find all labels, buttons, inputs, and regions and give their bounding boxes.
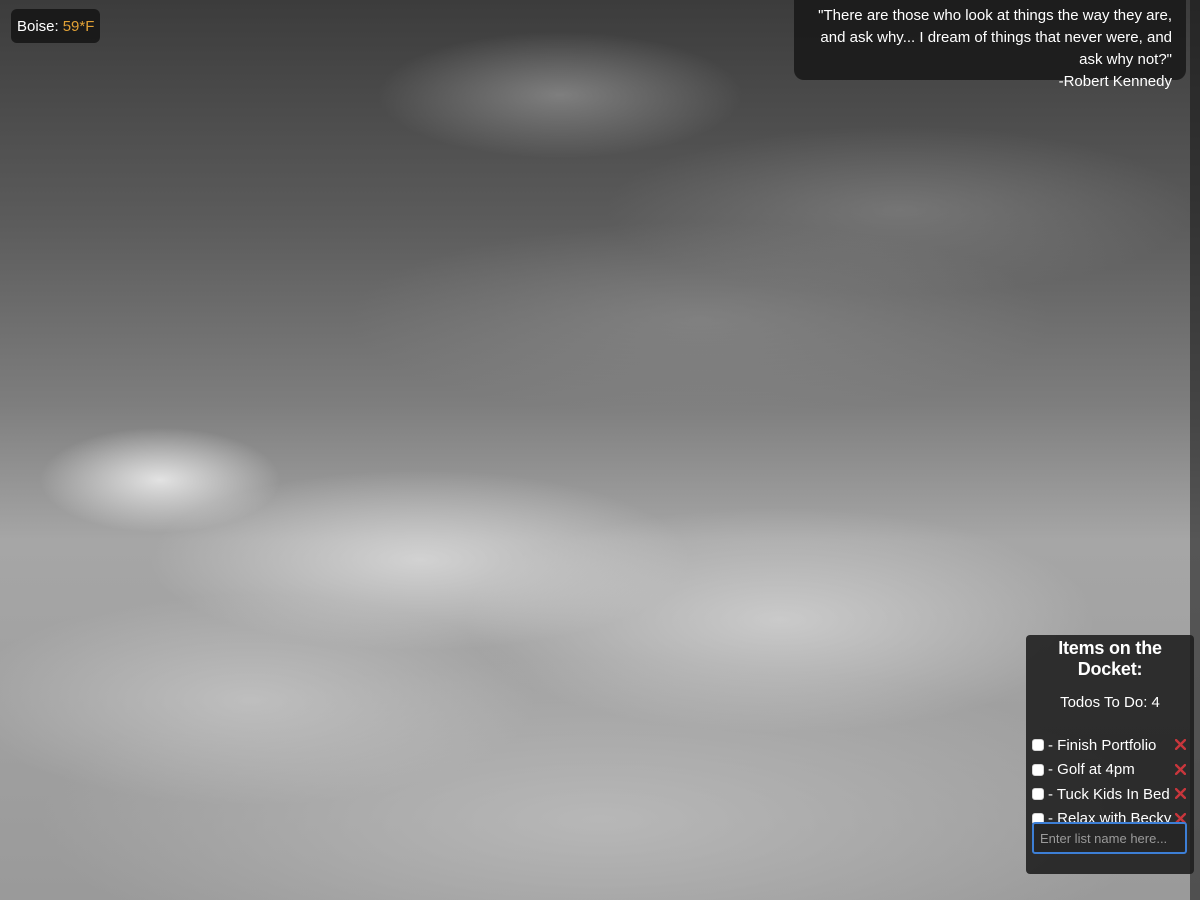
quote-box: "There are those who look at things the …	[794, 0, 1186, 90]
todo-count: Todos To Do: 4	[1060, 694, 1160, 711]
close-icon[interactable]	[1175, 788, 1186, 799]
todo-checkbox[interactable]	[1032, 739, 1044, 752]
todo-item: - Tuck Kids In Bed	[1026, 782, 1194, 807]
todo-checkbox[interactable]	[1032, 763, 1044, 776]
todo-panel-title: Items on the Docket:	[1058, 638, 1162, 679]
todo-label: - Golf at 4pm	[1048, 761, 1135, 779]
todo-label: - Finish Portfolio	[1048, 736, 1157, 754]
todo-panel: Items on the Docket: Todos To Do: 4 - Fi…	[1026, 635, 1194, 874]
quote-text: "There are those who look at things the …	[818, 7, 1172, 68]
todo-label: - Tuck Kids In Bed	[1048, 785, 1170, 803]
weather-city: Boise:	[17, 17, 59, 35]
todo-list: - Finish Portfolio - Golf at 4pm - Tuck …	[1026, 733, 1194, 831]
new-todo-input[interactable]	[1032, 822, 1187, 854]
weather-temperature: 59*F	[62, 17, 95, 35]
weather-widget: Boise: 59*F	[11, 9, 101, 43]
todo-item: - Golf at 4pm	[1026, 758, 1194, 783]
todo-checkbox[interactable]	[1032, 788, 1044, 801]
quote-author: -Robert Kennedy	[1058, 73, 1172, 90]
sky-background	[0, 0, 1200, 900]
close-icon[interactable]	[1175, 739, 1186, 750]
close-icon[interactable]	[1175, 763, 1186, 775]
todo-item: - Finish Portfolio	[1026, 733, 1194, 758]
